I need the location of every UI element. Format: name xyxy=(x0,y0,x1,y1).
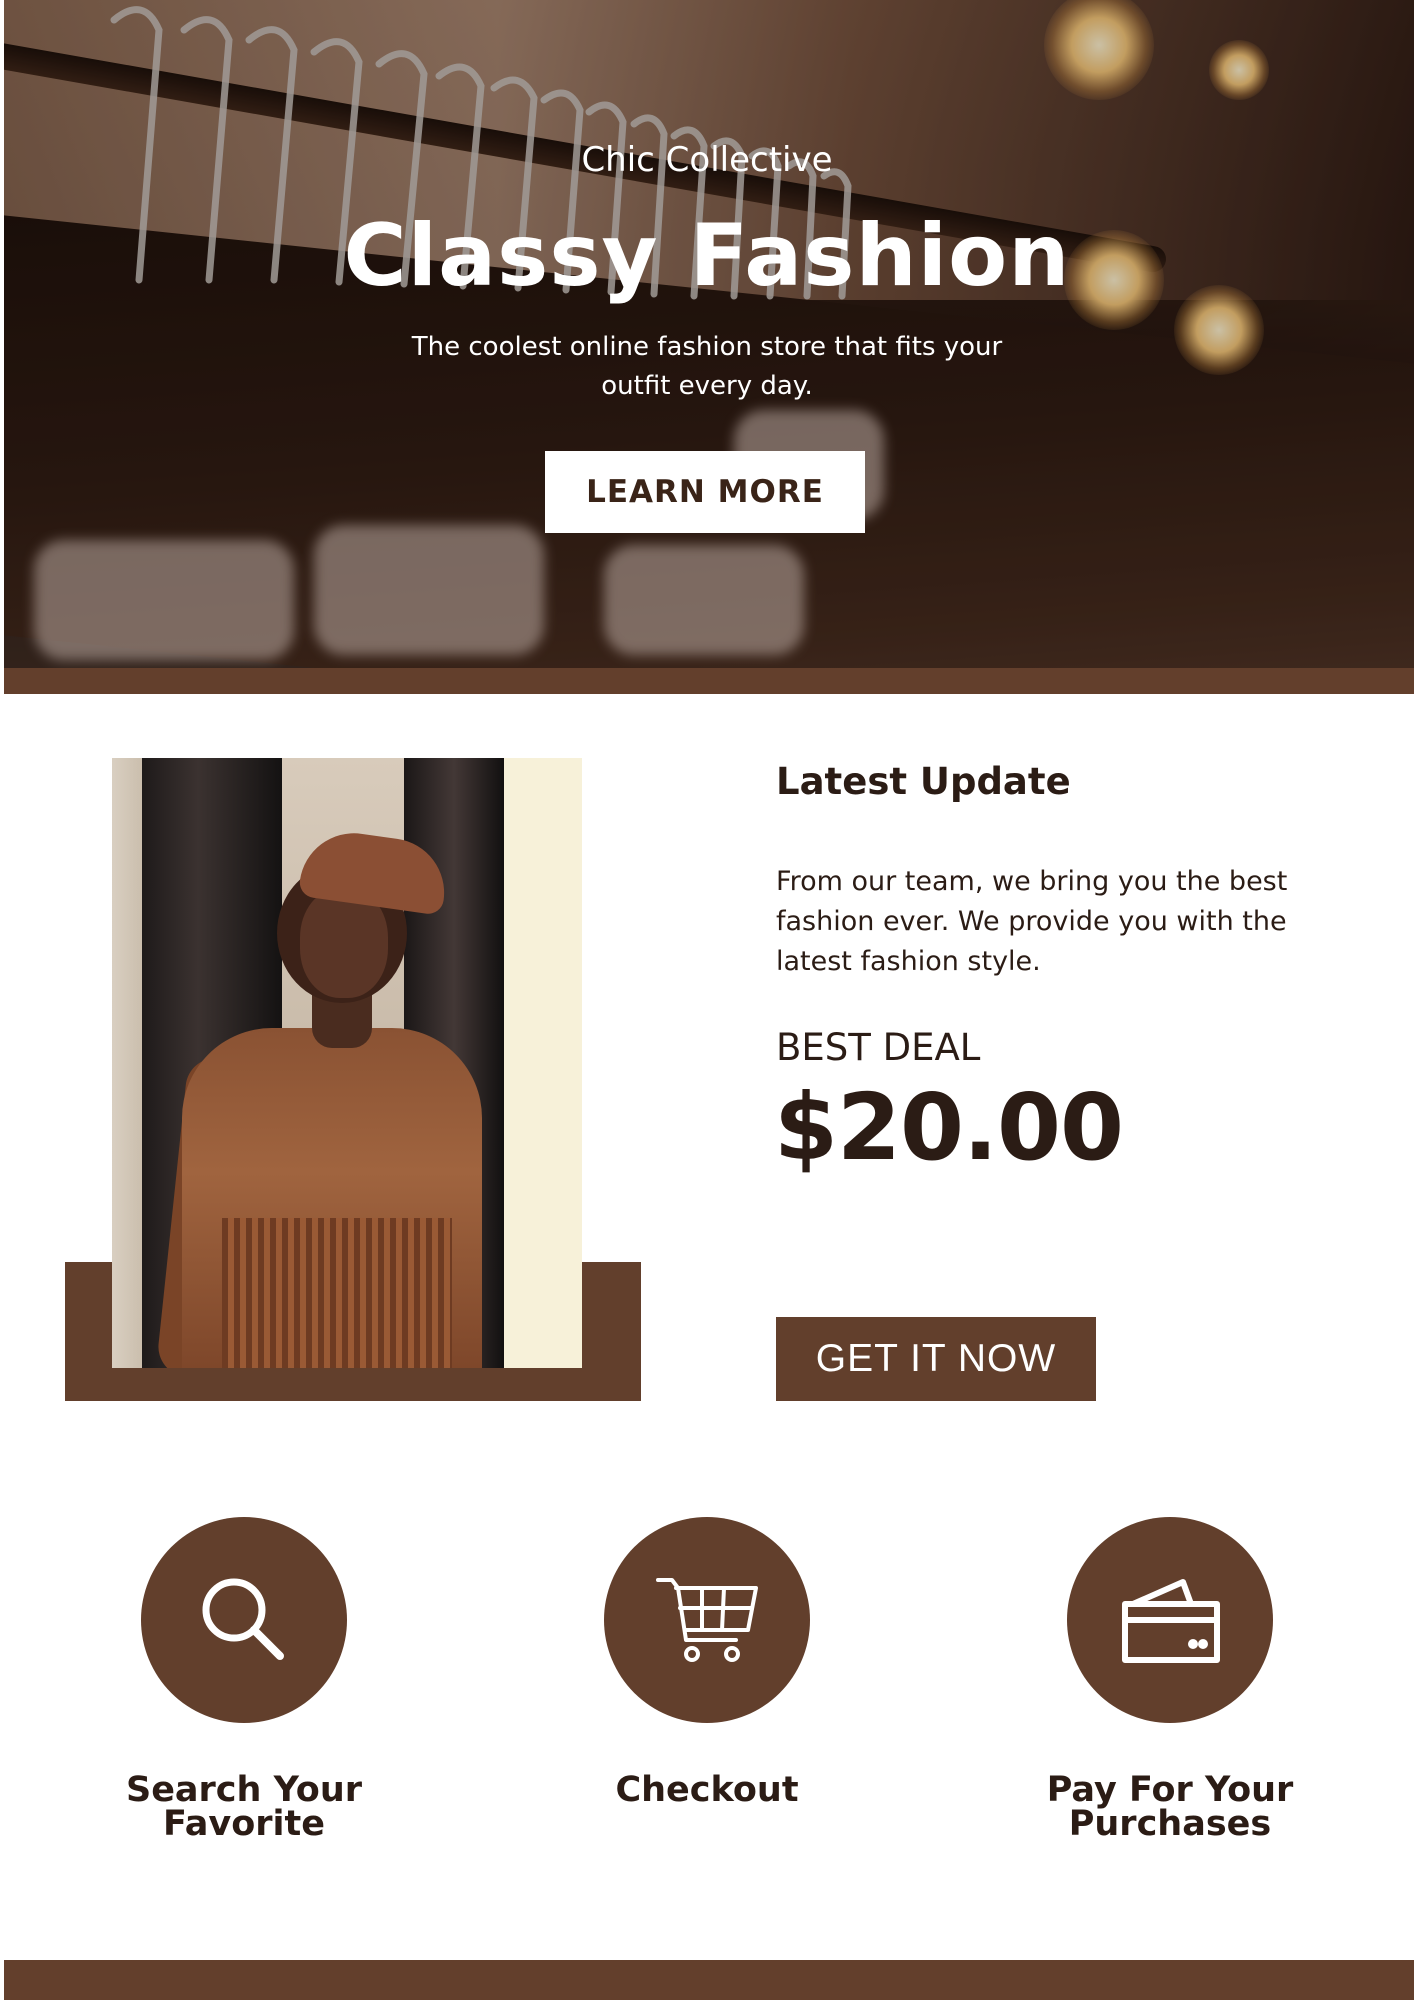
model-photo xyxy=(112,758,582,1368)
search-feature-circle[interactable] xyxy=(141,1517,347,1723)
checkout-feature-label: Checkout xyxy=(547,1770,867,1810)
credit-card-icon xyxy=(1122,1579,1220,1663)
search-icon xyxy=(202,1578,284,1660)
deal-price: $20.00 xyxy=(774,1074,1124,1181)
search-feature-label-line2: Favorite xyxy=(162,1804,326,1844)
payment-feature-label-line2: Purchases xyxy=(1068,1804,1272,1844)
payment-feature-label: Pay For Your Purchases xyxy=(1010,1770,1330,1844)
get-it-now-button[interactable]: GET IT NOW xyxy=(776,1317,1096,1401)
brand-name: Chic Collective xyxy=(581,140,833,180)
learn-more-button[interactable]: LEARN MORE xyxy=(545,451,865,533)
search-feature-label: Search Your Favorite xyxy=(84,1770,404,1844)
hero-description: The coolest online fashion store that fi… xyxy=(411,332,1003,401)
model-pleated-skirt xyxy=(222,1218,452,1368)
checkout-feature-label-line1: Checkout xyxy=(615,1770,799,1810)
payment-feature-circle[interactable] xyxy=(1067,1517,1273,1723)
search-feature-label-line1: Search Your xyxy=(125,1770,363,1810)
model-photo-window-light xyxy=(504,758,582,1368)
hero-divider-band xyxy=(4,668,1414,694)
checkout-feature-circle[interactable] xyxy=(604,1517,810,1723)
hero-title: Classy Fashion xyxy=(343,206,1071,306)
latest-update-title: Latest Update xyxy=(776,760,1071,803)
payment-feature-label-line1: Pay For Your xyxy=(1046,1770,1294,1810)
latest-update-description: From our team, we bring you the best fas… xyxy=(776,866,1288,977)
footer-band xyxy=(4,1960,1414,2000)
shopping-cart-icon xyxy=(656,1578,758,1662)
best-deal-label: BEST DEAL xyxy=(776,1026,981,1069)
